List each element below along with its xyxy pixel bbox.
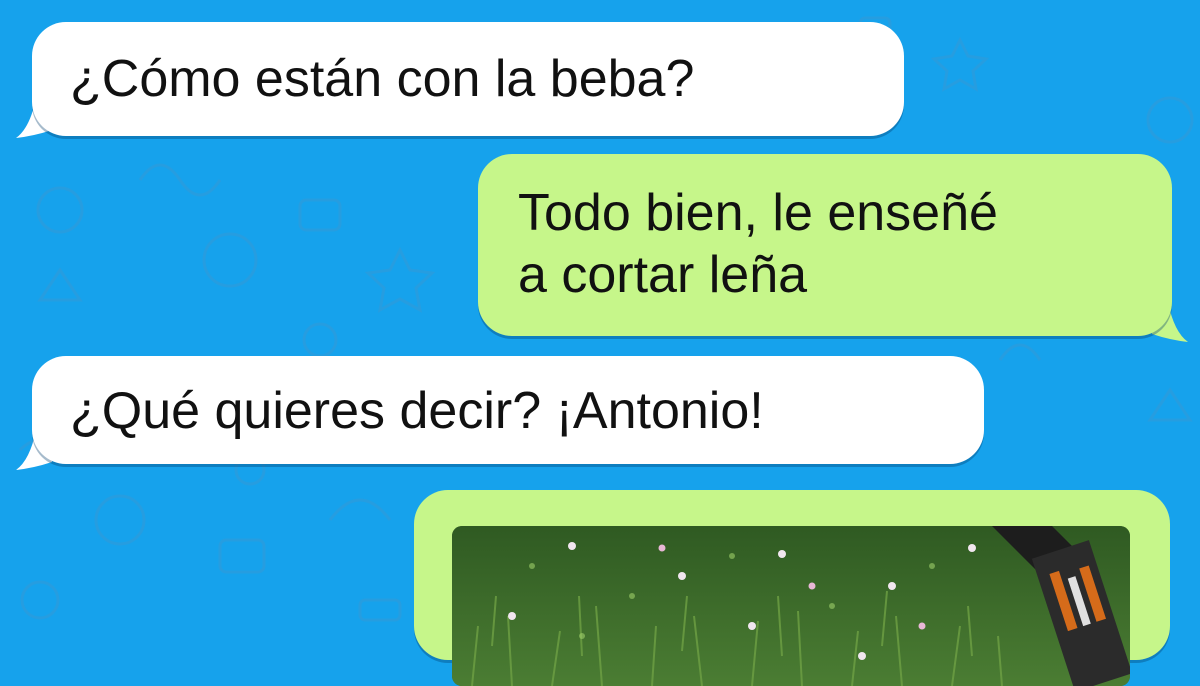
grass-with-flowers-photo[interactable]: [452, 526, 1130, 686]
message-text: ¿Qué quieres decir? ¡Antonio!: [70, 382, 764, 440]
message-text: ¿Cómo están con la beba?: [70, 50, 695, 108]
outgoing-message-bubble[interactable]: Todo bien, le enseñé a cortar leña: [478, 154, 1172, 336]
incoming-message-bubble[interactable]: ¿Cómo están con la beba?: [32, 22, 904, 136]
incoming-message-bubble[interactable]: ¿Qué quieres decir? ¡Antonio!: [32, 356, 984, 464]
message-text: Todo bien, le enseñé a cortar leña: [518, 184, 998, 304]
outgoing-image-message-bubble[interactable]: [414, 490, 1170, 686]
